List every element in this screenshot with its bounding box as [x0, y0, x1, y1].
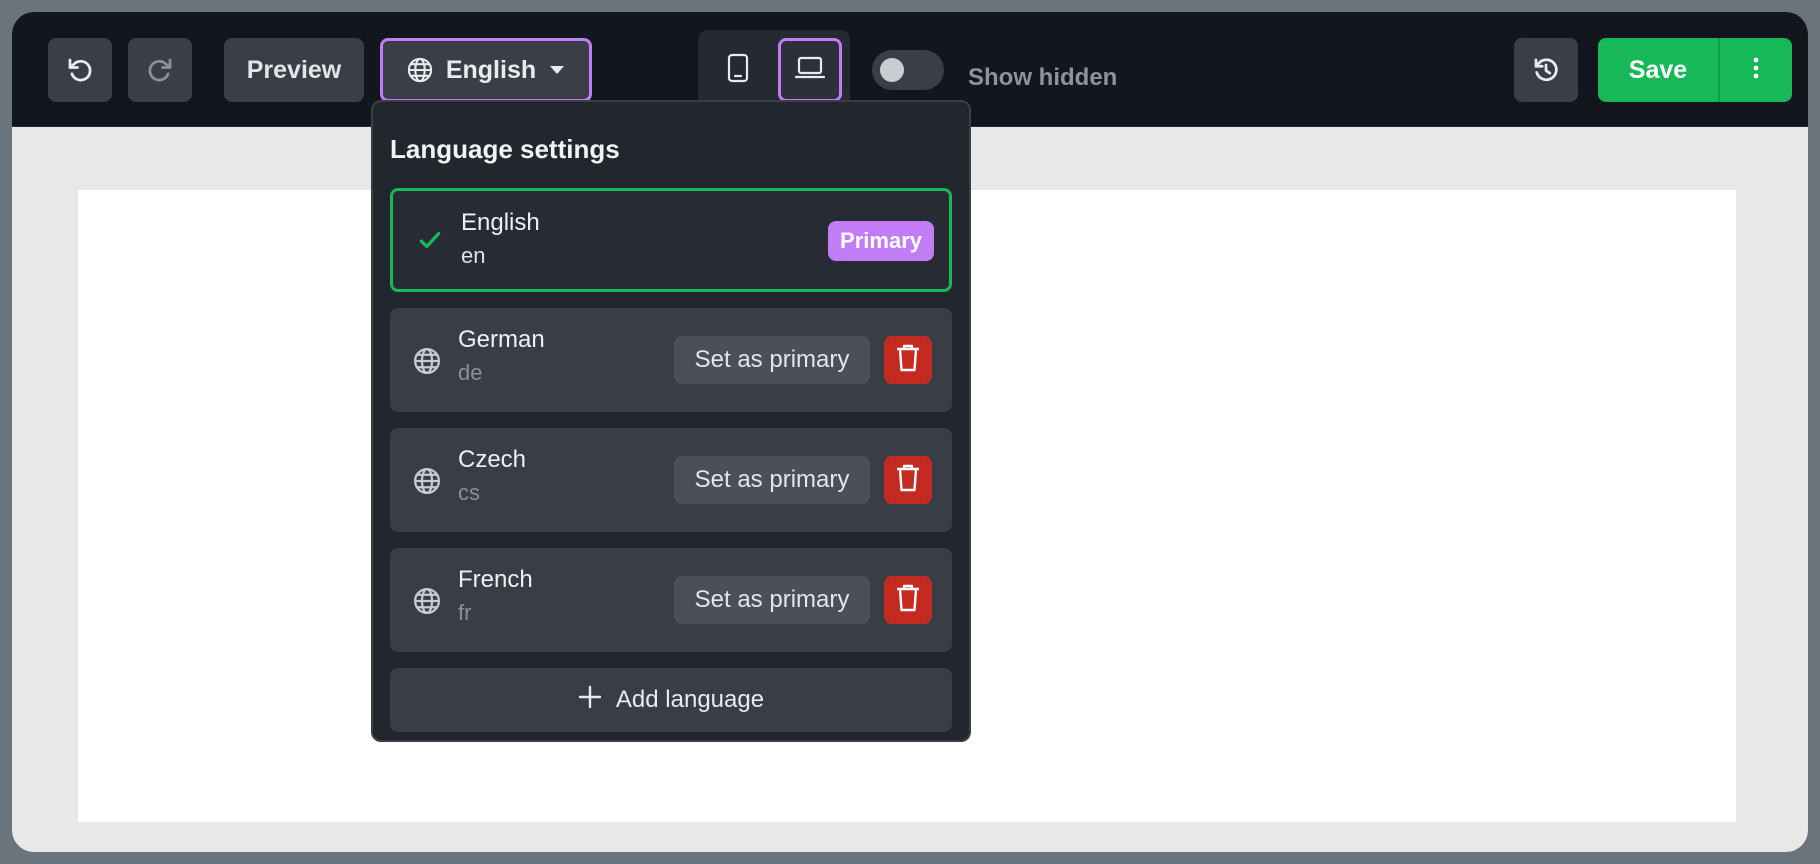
globe-icon: [412, 586, 442, 616]
save-options-button[interactable]: [1720, 38, 1792, 102]
trash-icon: [895, 463, 921, 498]
laptop-icon: [794, 55, 826, 86]
caret-down-icon: [548, 64, 566, 76]
set-as-primary-button[interactable]: Set as primary: [674, 456, 870, 504]
preview-button[interactable]: Preview: [224, 38, 364, 102]
plus-icon: [578, 685, 602, 716]
language-item-english[interactable]: English en Primary: [390, 188, 952, 292]
more-vertical-icon: [1753, 57, 1759, 84]
set-as-primary-button[interactable]: Set as primary: [674, 576, 870, 624]
language-name: English: [461, 209, 540, 236]
language-code: cs: [458, 480, 480, 505]
language-code: de: [458, 360, 483, 385]
popover-title: Language settings: [390, 134, 620, 164]
delete-language-button[interactable]: [884, 456, 932, 504]
delete-language-button[interactable]: [884, 336, 932, 384]
language-name: Czech: [458, 446, 527, 473]
device-switcher: [698, 30, 850, 110]
undo-button[interactable]: [48, 38, 112, 102]
primary-badge: Primary: [828, 221, 934, 261]
language-name: German: [458, 326, 545, 353]
check-icon: [417, 227, 447, 257]
history-button[interactable]: [1514, 38, 1578, 102]
redo-icon: [145, 55, 175, 85]
language-select-label: English: [445, 55, 537, 84]
device-mobile-button[interactable]: [706, 38, 770, 102]
trash-icon: [895, 343, 921, 378]
language-item-german[interactable]: German de Set as primary: [390, 308, 952, 412]
add-language-button[interactable]: Add language: [390, 668, 952, 732]
language-code: fr: [458, 600, 472, 625]
add-language-label: Add language: [615, 686, 765, 713]
redo-button[interactable]: [128, 38, 192, 102]
show-hidden-label: Show hidden: [968, 64, 1118, 91]
undo-icon: [65, 55, 95, 85]
language-name: French: [458, 566, 533, 593]
globe-icon: [406, 56, 434, 84]
language-settings-popover: Language settings English en Primary Ger…: [371, 100, 971, 742]
globe-icon: [412, 466, 442, 496]
mobile-icon: [727, 53, 749, 88]
language-select[interactable]: English: [380, 38, 592, 102]
save-button[interactable]: Save: [1598, 38, 1718, 102]
device-desktop-button[interactable]: [778, 38, 842, 102]
delete-language-button[interactable]: [884, 576, 932, 624]
save-button-group: Save: [1598, 38, 1792, 102]
globe-icon: [412, 346, 442, 376]
toggle-knob: [880, 58, 904, 82]
language-code: en: [461, 243, 486, 268]
show-hidden-toggle[interactable]: [872, 50, 944, 90]
set-as-primary-button[interactable]: Set as primary: [674, 336, 870, 384]
language-item-czech[interactable]: Czech cs Set as primary: [390, 428, 952, 532]
trash-icon: [895, 583, 921, 618]
language-item-french[interactable]: French fr Set as primary: [390, 548, 952, 652]
history-icon: [1531, 55, 1561, 85]
